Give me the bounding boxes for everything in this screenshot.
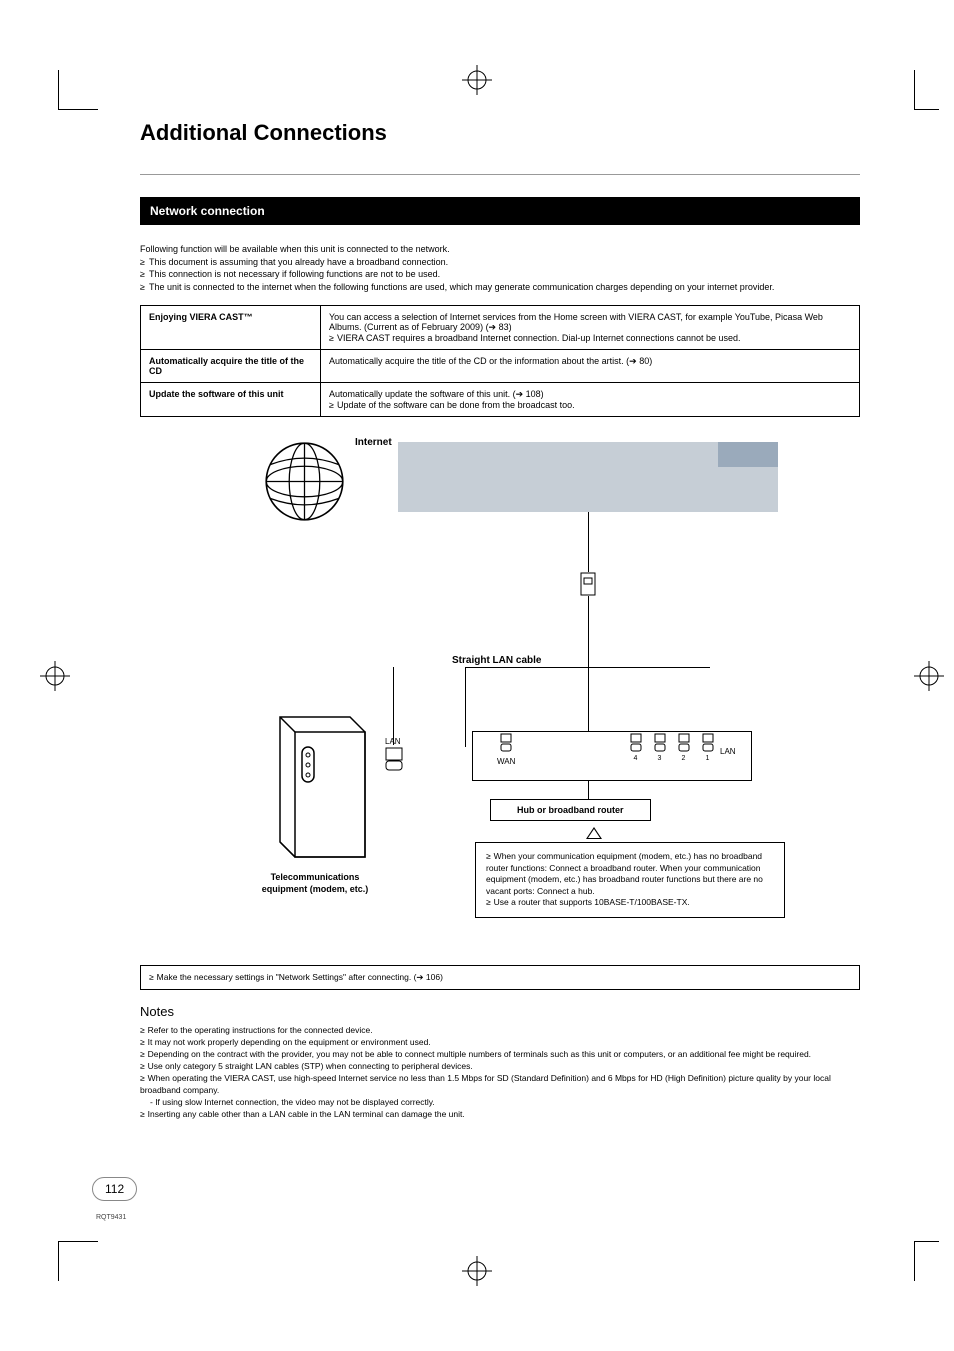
- registration-mark-icon: [914, 661, 944, 691]
- note-item: It may not work properly depending on th…: [140, 1037, 860, 1049]
- table-row: Automatically acquire the title of the C…: [141, 350, 860, 383]
- feature-desc: You can access a selection of Internet s…: [321, 306, 860, 350]
- globe-icon: [262, 439, 347, 524]
- note-item: Use only category 5 straight LAN cables …: [140, 1061, 860, 1073]
- modem-label-line: equipment (modem, etc.): [262, 884, 369, 894]
- modem-label-line: Telecommunications: [271, 872, 360, 882]
- connection-line: [465, 667, 710, 668]
- crop-mark: [914, 70, 939, 110]
- crop-mark: [914, 1241, 939, 1281]
- lan-port-icon: LAN: [385, 747, 403, 773]
- notes-heading: Notes: [140, 1004, 860, 1019]
- note-sub: - If using slow Internet connection, the…: [150, 1097, 860, 1109]
- registration-mark-icon: [40, 661, 70, 691]
- feature-desc-text: You can access a selection of Internet s…: [329, 312, 823, 332]
- internet-label: Internet: [355, 437, 392, 448]
- intro-bullet: This document is assuming that you alrea…: [140, 256, 860, 269]
- lan-port-icon: 4: [628, 733, 643, 762]
- registration-mark-icon: [462, 65, 492, 95]
- feature-bullet: Update of the software can be done from …: [329, 400, 851, 410]
- router-note-item: When your communication equipment (modem…: [486, 851, 774, 897]
- connection-line: [393, 667, 394, 745]
- isp-box: [398, 442, 778, 512]
- note-item: Refer to the operating instructions for …: [140, 1025, 860, 1037]
- unit-icon: [260, 707, 370, 862]
- lan-label: LAN: [720, 747, 736, 756]
- wall-jack-icon: [580, 572, 596, 596]
- network-diagram: Internet Straight LAN cable LAN WAN 4 3 …: [190, 437, 810, 957]
- lan-port-icon: 3: [652, 733, 667, 762]
- note-item: When operating the VIERA CAST, use high-…: [140, 1073, 860, 1109]
- wan-label: WAN: [497, 757, 515, 766]
- feature-bullet: VIERA CAST requires a broadband Internet…: [329, 333, 851, 343]
- port-num: 4: [628, 755, 643, 762]
- crop-mark: [58, 1241, 98, 1281]
- divider: [140, 174, 860, 175]
- arrow-up-icon: [586, 827, 602, 839]
- port-num: 1: [700, 755, 715, 762]
- notes-list: Refer to the operating instructions for …: [140, 1025, 860, 1120]
- feature-label: Automatically acquire the title of the C…: [141, 350, 321, 383]
- modem-label: Telecommunications equipment (modem, etc…: [250, 872, 380, 895]
- connection-line: [465, 667, 466, 747]
- settings-note: Make the necessary settings in "Network …: [140, 965, 860, 990]
- lan-cable-label: Straight LAN cable: [452, 655, 541, 666]
- registration-mark-icon: [462, 1256, 492, 1286]
- note-text: When operating the VIERA CAST, use high-…: [140, 1073, 831, 1095]
- port-num: 3: [652, 755, 667, 762]
- intro-text: Following function will be available whe…: [140, 243, 860, 256]
- page-number: 112: [92, 1177, 137, 1201]
- feature-desc: Automatically acquire the title of the C…: [321, 350, 860, 383]
- page-title: Additional Connections: [140, 120, 860, 146]
- table-row: Update the software of this unit Automat…: [141, 383, 860, 417]
- connection-line: [588, 512, 589, 572]
- intro-bullet: The unit is connected to the internet wh…: [140, 281, 860, 294]
- note-item: Depending on the contract with the provi…: [140, 1049, 860, 1061]
- note-item: Inserting any cable other than a LAN cab…: [140, 1109, 860, 1121]
- connection-line: [588, 781, 589, 799]
- lan-label: LAN: [385, 737, 401, 746]
- router-label: Hub or broadband router: [490, 799, 651, 821]
- table-row: Enjoying VIERA CAST™ You can access a se…: [141, 306, 860, 350]
- feature-label: Enjoying VIERA CAST™: [141, 306, 321, 350]
- router-note-box: When your communication equipment (modem…: [475, 842, 785, 917]
- feature-table: Enjoying VIERA CAST™ You can access a se…: [140, 305, 860, 417]
- crop-mark: [58, 70, 98, 110]
- connection-line: [588, 596, 589, 731]
- intro-bullet: This connection is not necessary if foll…: [140, 268, 860, 281]
- port-num: 2: [676, 755, 691, 762]
- feature-desc-text: Automatically update the software of thi…: [329, 389, 544, 399]
- feature-desc: Automatically update the software of thi…: [321, 383, 860, 417]
- wan-port-icon: [498, 733, 513, 755]
- lan-port-icon: 2: [676, 733, 691, 762]
- lan-port-icon: 1: [700, 733, 715, 762]
- feature-label: Update the software of this unit: [141, 383, 321, 417]
- section-heading: Network connection: [140, 197, 860, 225]
- footer-code: RQT9431: [96, 1214, 126, 1221]
- router-note-item: Use a router that supports 10BASE-T/100B…: [486, 897, 774, 908]
